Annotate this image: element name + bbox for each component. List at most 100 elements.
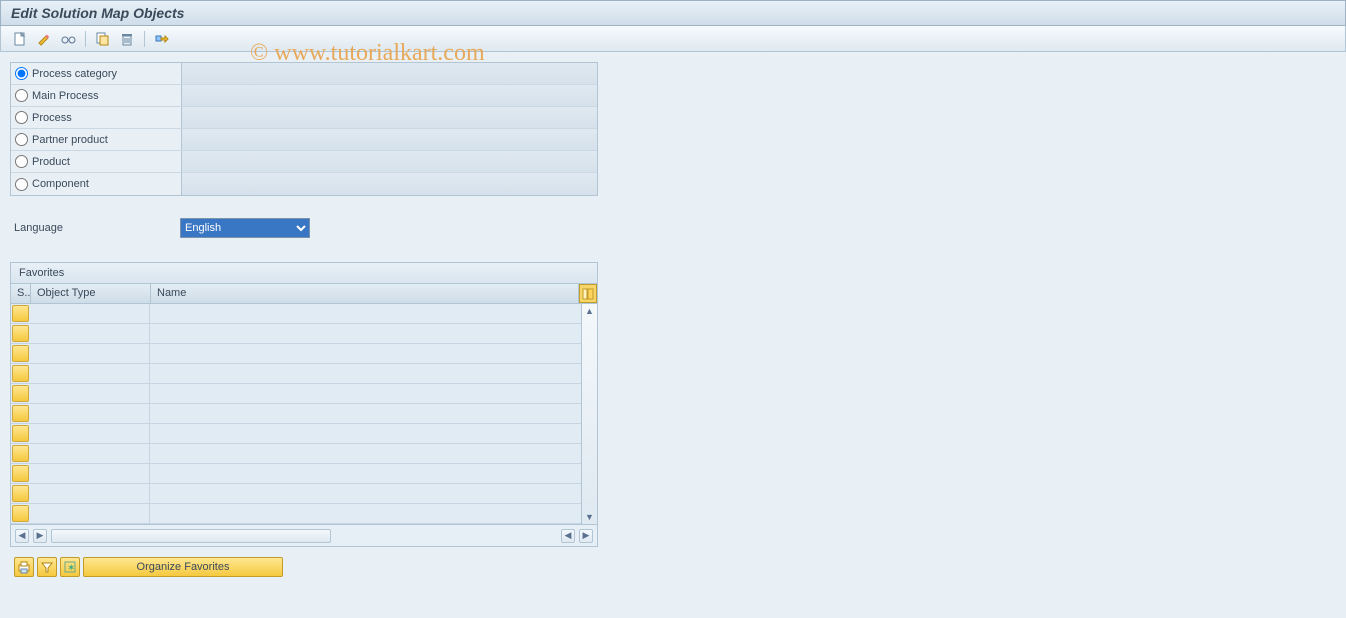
field-process_category[interactable] — [181, 63, 597, 84]
cell-object-type[interactable] — [30, 344, 150, 363]
radio-row-process: Process — [11, 107, 597, 129]
row-select-button[interactable] — [12, 345, 29, 362]
radio-group-box: Process category Main Process Process Partn… — [10, 62, 598, 196]
row-select-button[interactable] — [12, 405, 29, 422]
cell-name[interactable] — [150, 464, 597, 483]
radio-main_process[interactable]: Main Process — [11, 89, 181, 102]
field-partner_product[interactable] — [181, 129, 597, 150]
copy-button[interactable] — [92, 30, 114, 48]
radio-row-partner_product: Partner product — [11, 129, 597, 151]
table-row[interactable] — [11, 484, 597, 504]
language-row: Language English — [10, 218, 1336, 238]
column-header-sel[interactable]: S.. — [11, 284, 31, 303]
table-row[interactable] — [11, 344, 597, 364]
hscroll-track[interactable] — [51, 529, 331, 543]
toolbar-separator — [144, 31, 145, 47]
row-select-button[interactable] — [12, 385, 29, 402]
cell-object-type[interactable] — [30, 404, 150, 423]
row-select-button[interactable] — [12, 505, 29, 522]
column-header-name[interactable]: Name — [151, 284, 579, 303]
table-row[interactable] — [11, 504, 597, 524]
print-button[interactable] — [14, 557, 34, 577]
radio-row-main_process: Main Process — [11, 85, 597, 107]
cell-object-type[interactable] — [30, 464, 150, 483]
cell-name[interactable] — [150, 444, 597, 463]
scroll-up-icon[interactable]: ▲ — [583, 304, 597, 318]
row-select-button[interactable] — [12, 305, 29, 322]
cell-object-type[interactable] — [30, 384, 150, 403]
radio-component[interactable]: Component — [11, 178, 181, 191]
radio-input-main_process[interactable] — [15, 89, 28, 102]
where-used-button[interactable] — [151, 30, 173, 48]
scroll-down-icon[interactable]: ▼ — [583, 510, 597, 524]
row-select-button[interactable] — [12, 465, 29, 482]
table-row[interactable] — [11, 444, 597, 464]
row-select-button[interactable] — [12, 325, 29, 342]
field-product[interactable] — [181, 151, 597, 172]
cell-object-type[interactable] — [30, 324, 150, 343]
cell-name[interactable] — [150, 304, 597, 323]
vertical-scrollbar[interactable]: ▲ ▼ — [581, 304, 597, 524]
content-area: Process category Main Process Process Partn… — [0, 52, 1346, 577]
radio-partner_product[interactable]: Partner product — [11, 133, 181, 146]
scroll-left-icon[interactable]: ◀ — [561, 529, 575, 543]
horizontal-scrollbar[interactable]: ◀ ▶ ◀ ▶ — [11, 524, 597, 546]
field-process[interactable] — [181, 107, 597, 128]
table-row[interactable] — [11, 324, 597, 344]
table-row[interactable] — [11, 464, 597, 484]
toolbar — [0, 26, 1346, 52]
radio-input-component[interactable] — [15, 178, 28, 191]
table-row[interactable] — [11, 424, 597, 444]
filter-button[interactable] — [37, 557, 57, 577]
cell-object-type[interactable] — [30, 364, 150, 383]
cell-name[interactable] — [150, 324, 597, 343]
radio-product[interactable]: Product — [11, 155, 181, 168]
row-select-button[interactable] — [12, 425, 29, 442]
cell-object-type[interactable] — [30, 484, 150, 503]
radio-label-partner_product: Partner product — [32, 134, 108, 146]
scroll-right-icon[interactable]: ▶ — [579, 529, 593, 543]
cell-object-type[interactable] — [30, 424, 150, 443]
radio-input-process[interactable] — [15, 111, 28, 124]
favorites-box: Favorites S.. Object Type Name ▲ ▼ ◀ ▶ — [10, 262, 598, 547]
cell-object-type[interactable] — [30, 304, 150, 323]
cell-object-type[interactable] — [30, 504, 150, 523]
cell-name[interactable] — [150, 404, 597, 423]
row-select-button[interactable] — [12, 365, 29, 382]
radio-process_category[interactable]: Process category — [11, 67, 181, 80]
table-settings-button[interactable] — [579, 284, 597, 303]
grid-body: ▲ ▼ — [11, 304, 597, 524]
field-main_process[interactable] — [181, 85, 597, 106]
cell-name[interactable] — [150, 344, 597, 363]
radio-input-process_category[interactable] — [15, 67, 28, 80]
column-header-object-type[interactable]: Object Type — [31, 284, 151, 303]
new-doc-button[interactable] — [9, 30, 31, 48]
scroll-left-icon[interactable]: ◀ — [15, 529, 29, 543]
edit-pencil-button[interactable] — [33, 30, 55, 48]
bottom-button-bar: ✶ Organize Favorites — [10, 557, 1336, 577]
radio-input-partner_product[interactable] — [15, 133, 28, 146]
field-component[interactable] — [181, 173, 597, 195]
table-row[interactable] — [11, 364, 597, 384]
cell-name[interactable] — [150, 484, 597, 503]
delete-trash-button[interactable] — [116, 30, 138, 48]
language-select[interactable]: English — [180, 218, 310, 238]
organize-favorites-button[interactable]: Organize Favorites — [83, 557, 283, 577]
table-row[interactable] — [11, 304, 597, 324]
glasses-display-button[interactable] — [57, 30, 79, 48]
scroll-right-icon[interactable]: ▶ — [33, 529, 47, 543]
row-select-button[interactable] — [12, 485, 29, 502]
cell-name[interactable] — [150, 424, 597, 443]
cell-name[interactable] — [150, 384, 597, 403]
table-row[interactable] — [11, 384, 597, 404]
expand-button[interactable]: ✶ — [60, 557, 80, 577]
cell-object-type[interactable] — [30, 444, 150, 463]
favorites-title: Favorites — [11, 263, 597, 284]
cell-name[interactable] — [150, 364, 597, 383]
radio-input-product[interactable] — [15, 155, 28, 168]
radio-label-product: Product — [32, 156, 70, 168]
row-select-button[interactable] — [12, 445, 29, 462]
radio-process[interactable]: Process — [11, 111, 181, 124]
table-row[interactable] — [11, 404, 597, 424]
cell-name[interactable] — [150, 504, 597, 523]
